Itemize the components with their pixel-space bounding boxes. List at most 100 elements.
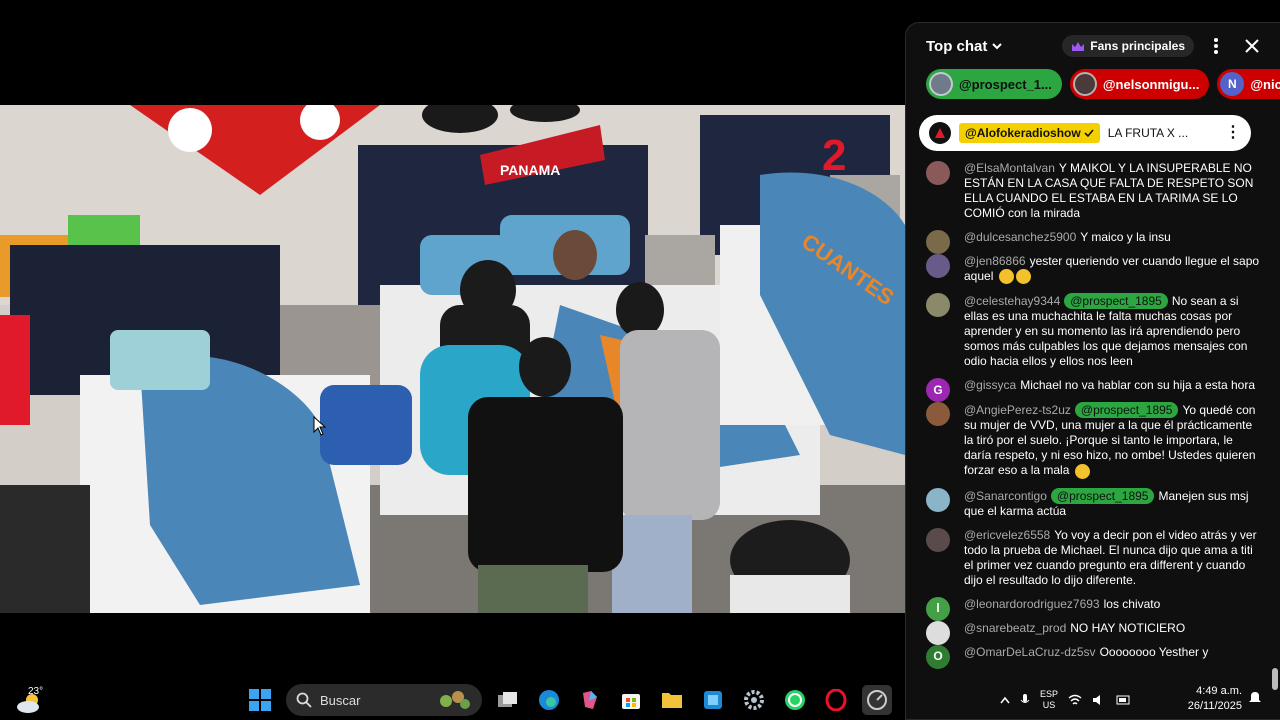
chat-messages: @ElsaMontalvan Y MAIKOL Y LA INSUPERABLE … bbox=[906, 161, 1280, 719]
chat-message[interactable]: @ElsaMontalvan Y MAIKOL Y LA INSUPERABLE … bbox=[926, 161, 1260, 221]
avatar: N bbox=[1220, 72, 1245, 96]
notification-bell-icon[interactable] bbox=[1248, 690, 1262, 704]
message-text: Oooooooo Yesther y bbox=[1099, 644, 1209, 659]
opera-button[interactable] bbox=[821, 685, 851, 715]
pinned-message[interactable]: @Alofokeradioshow LA FRUTA X ... ⋮ bbox=[919, 115, 1251, 151]
chat-scrollbar[interactable] bbox=[1272, 668, 1278, 690]
avatar bbox=[1072, 72, 1097, 96]
edge-browser-icon bbox=[539, 690, 559, 710]
pinned-channel-name: @Alofokeradioshow bbox=[965, 126, 1081, 140]
avatar bbox=[926, 402, 950, 427]
task-view-icon bbox=[498, 692, 517, 707]
supporter-name: @nicola bbox=[1250, 76, 1280, 92]
microphone-icon[interactable] bbox=[1020, 693, 1030, 707]
message-text: NO HAY NOTICIERO bbox=[1070, 620, 1186, 635]
chat-mode-dropdown[interactable]: Top chat bbox=[926, 38, 1003, 55]
battery-icon[interactable] bbox=[1116, 695, 1132, 705]
message-author[interactable]: @OmarDeLaCruz-dz5sv bbox=[964, 645, 1096, 659]
copilot-icon bbox=[583, 691, 597, 709]
start-button[interactable] bbox=[245, 685, 275, 715]
video-frame[interactable]: PANAMA 2 CUANTES bbox=[0, 105, 905, 613]
message-author[interactable]: @dulcesanchez5900 bbox=[964, 230, 1076, 244]
chat-message[interactable]: @AngiePerez-ts2uz @prospect_1895 Yo quedé … bbox=[926, 402, 1260, 479]
video-scene: PANAMA 2 CUANTES bbox=[0, 105, 905, 613]
chat-message[interactable]: @celestehay9344 @prospect_1895 No sean a s… bbox=[926, 293, 1260, 369]
crown-icon bbox=[1072, 41, 1085, 51]
message-author[interactable]: @ericvelez6558 bbox=[964, 528, 1050, 542]
banner-text: PANAMA bbox=[500, 162, 560, 178]
avatar: O bbox=[926, 644, 950, 669]
screen: PANAMA 2 CUANTES Top chat Fans principal… bbox=[0, 0, 1280, 720]
supporter-name: @prospect_1... bbox=[959, 76, 1052, 92]
chat-message[interactable]: @snarebeatz_prod NO HAY NOTICIERO bbox=[926, 620, 1260, 645]
task-view-button[interactable] bbox=[493, 685, 523, 715]
wifi-icon[interactable] bbox=[1068, 694, 1082, 706]
balloon-number: 2 bbox=[822, 131, 846, 180]
windows-taskbar: 23° Buscar bbox=[0, 680, 905, 720]
whatsapp-button[interactable] bbox=[780, 685, 810, 715]
language-indicator[interactable]: ESP US bbox=[1040, 689, 1058, 711]
search-placeholder: Buscar bbox=[320, 692, 361, 708]
weather-widget[interactable]: 23° bbox=[16, 686, 46, 714]
taskbar-clock[interactable]: 4:49 a.m. 26/11/2025 bbox=[1188, 684, 1242, 714]
mention-chip[interactable]: @prospect_1895 bbox=[1050, 487, 1155, 504]
volume-icon[interactable] bbox=[1092, 694, 1106, 706]
supporter-pill[interactable]: @nelsonmigu... bbox=[1069, 69, 1210, 99]
avatar bbox=[926, 293, 950, 318]
avatar bbox=[926, 487, 950, 512]
search-highlight-icon bbox=[440, 691, 470, 709]
pinned-more-icon[interactable]: ⋮ bbox=[1225, 125, 1241, 141]
keyboard-layout: US bbox=[1042, 700, 1056, 710]
message-author[interactable]: @gissyca bbox=[964, 378, 1016, 392]
taskbar-apps: Buscar bbox=[245, 684, 892, 716]
windows-logo-icon bbox=[249, 689, 271, 711]
chat-message[interactable]: l @leonardorodriguez7693 los chivato bbox=[926, 596, 1260, 621]
mention-chip[interactable]: @prospect_1895 bbox=[1064, 293, 1168, 310]
settings-button[interactable] bbox=[739, 685, 769, 715]
fans-principales-button[interactable]: Fans principales bbox=[1062, 35, 1194, 57]
avatar bbox=[926, 230, 950, 254]
language-code: ESP bbox=[1040, 689, 1059, 699]
close-icon[interactable] bbox=[1238, 32, 1266, 60]
chevron-up-icon[interactable] bbox=[1000, 696, 1010, 704]
microsoft-store-icon bbox=[622, 694, 640, 709]
search-icon bbox=[296, 692, 312, 708]
avatar bbox=[926, 620, 950, 645]
edge-button[interactable] bbox=[534, 685, 564, 715]
blue-app-icon bbox=[704, 691, 722, 709]
message-author[interactable]: @jen86866 bbox=[964, 254, 1026, 268]
app-blue-button[interactable] bbox=[698, 685, 728, 715]
more-options-icon[interactable] bbox=[1202, 32, 1230, 60]
whatsapp-icon bbox=[785, 690, 805, 710]
video-player[interactable]: PANAMA 2 CUANTES bbox=[0, 0, 905, 680]
chat-message[interactable]: O @OmarDeLaCruz-dz5sv Oooooooo Yesther y bbox=[926, 644, 1260, 669]
laughing-emoji-icon bbox=[1074, 463, 1090, 479]
message-author[interactable]: @AngiePerez-ts2uz bbox=[964, 403, 1071, 417]
supporter-pill[interactable]: N @nicola bbox=[1217, 69, 1280, 99]
message-text: los chivato bbox=[1103, 596, 1161, 611]
crying-emoji-icon bbox=[998, 269, 1014, 285]
chevron-down-icon bbox=[992, 43, 1003, 50]
avatar: l bbox=[926, 596, 950, 621]
file-explorer-button[interactable] bbox=[657, 685, 687, 715]
chat-message[interactable]: @Sanarcontigo @prospect_1895 Manejen sus m… bbox=[926, 487, 1260, 519]
message-author[interactable]: @Sanarcontigo bbox=[964, 489, 1047, 503]
message-author[interactable]: @snarebeatz_prod bbox=[964, 621, 1066, 635]
chat-message[interactable]: @ericvelez6558 Yo voy a decir pon el vide… bbox=[926, 527, 1260, 588]
message-author[interactable]: @celestehay9344 bbox=[964, 294, 1060, 308]
chat-message[interactable]: @jen86866 yester queriendo ver cuando lle… bbox=[926, 254, 1260, 285]
chat-message[interactable]: G @gissyca Michael no va hablar con su hi… bbox=[926, 378, 1260, 403]
taskbar-search[interactable]: Buscar bbox=[286, 684, 482, 716]
active-app-button[interactable] bbox=[862, 685, 892, 715]
live-chat-panel: Top chat Fans principales @prospect_1... bbox=[905, 22, 1280, 720]
mention-chip[interactable]: @prospect_1895 bbox=[1074, 402, 1179, 419]
chat-message[interactable]: @dulcesanchez5900 Y maico y la insu bbox=[926, 230, 1260, 254]
system-tray: ESP US bbox=[1000, 682, 1132, 718]
message-author[interactable]: @leonardorodriguez7693 bbox=[964, 597, 1100, 611]
copilot-button[interactable] bbox=[575, 685, 605, 715]
message-author[interactable]: @ElsaMontalvan bbox=[964, 161, 1055, 175]
supporter-pill[interactable]: @prospect_1... bbox=[926, 69, 1062, 99]
store-button[interactable] bbox=[616, 685, 646, 715]
mouse-cursor-icon bbox=[313, 416, 327, 436]
pinned-text: LA FRUTA X ... bbox=[1107, 126, 1189, 140]
